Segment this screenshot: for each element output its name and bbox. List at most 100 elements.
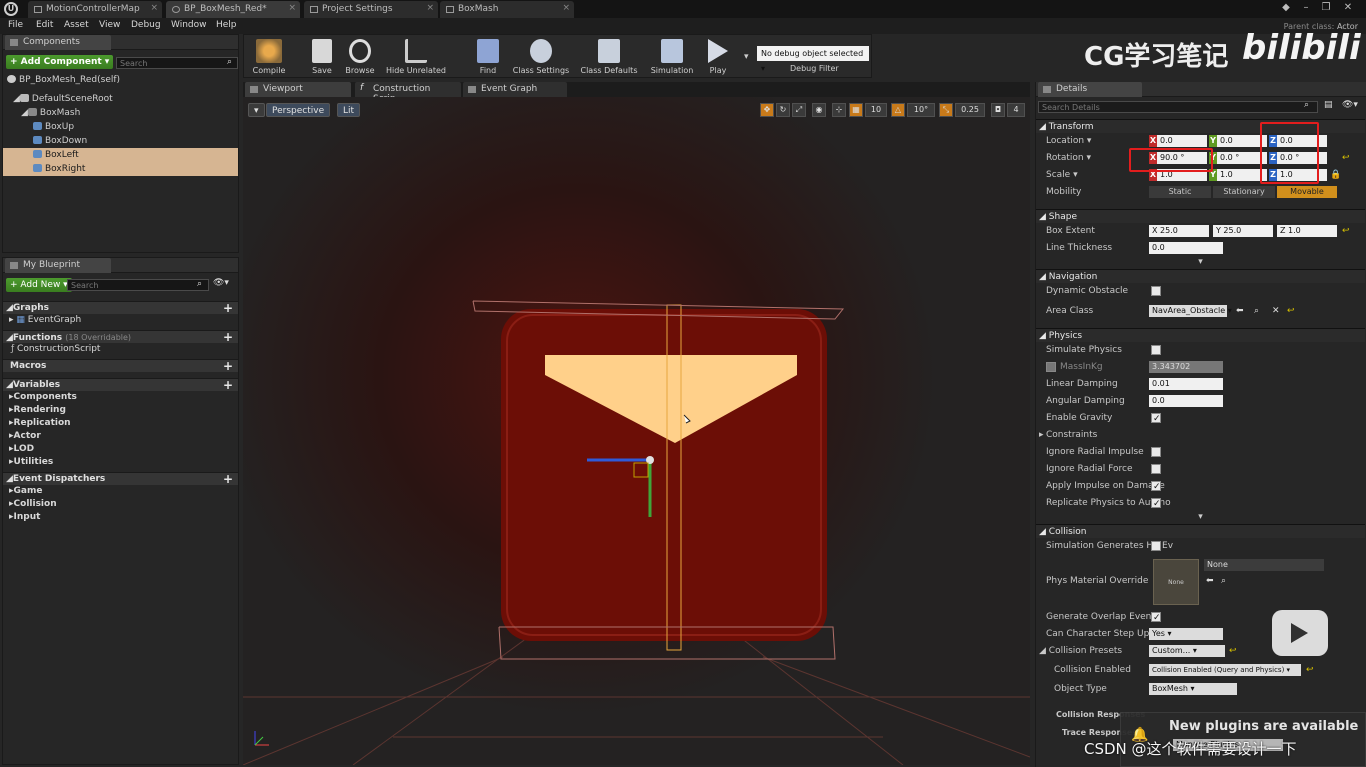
tab-motion-controller-map[interactable]: MotionControllerMap × [28, 1, 162, 18]
property-matrix-icon[interactable]: ▤ [1324, 100, 1333, 110]
menu-asset[interactable]: Asset [64, 20, 89, 30]
menu-help[interactable]: Help [216, 20, 237, 30]
physics-checkbox[interactable] [1151, 479, 1161, 495]
camera-speed-icon[interactable]: ◘ [991, 103, 1005, 117]
mobility-stationary[interactable]: Stationary [1213, 186, 1275, 198]
add-function-icon[interactable]: + [223, 331, 233, 343]
blueprint-search-input[interactable]: Search [67, 279, 209, 291]
menu-window[interactable]: Window [171, 20, 207, 30]
tree-item-boxup[interactable]: BoxUp [3, 120, 238, 134]
self-item[interactable]: BP_BoxMesh_Red(self) [7, 73, 237, 87]
dispatcher-category[interactable]: ▸Game [3, 485, 238, 498]
reset-icon[interactable]: ↩ [1229, 643, 1237, 660]
box-extent-z-field[interactable]: Z 1.0 [1277, 225, 1337, 237]
tab-project-settings[interactable]: Project Settings × [304, 1, 438, 18]
graphs-section[interactable]: ◢Graphs + [3, 301, 238, 314]
dynamic-obstacle-checkbox[interactable] [1151, 286, 1161, 296]
class-defaults-button[interactable]: Class Defaults [579, 36, 639, 78]
expand-arrow-icon[interactable]: ▾ [1036, 257, 1365, 269]
tree-item-boxdown[interactable]: BoxDown [3, 134, 238, 148]
eye-icon[interactable]: 👁▾ [213, 278, 229, 288]
close-icon[interactable]: × [426, 3, 434, 13]
mass-override-checkbox[interactable] [1046, 362, 1056, 372]
phys-material-select[interactable]: None [1204, 559, 1324, 571]
physics-value-field[interactable]: 0.0 [1149, 395, 1223, 407]
notification-icon[interactable]: ◆ [1278, 2, 1294, 16]
details-search-input[interactable]: Search Details [1038, 101, 1318, 113]
world-icon[interactable]: ◉ [812, 103, 826, 117]
add-component-button[interactable]: + Add Component ▾ [6, 55, 114, 69]
physics-section[interactable]: ◢ Physics [1036, 328, 1365, 342]
viewport-options-button[interactable]: ▾ [248, 103, 265, 117]
components-search-input[interactable]: Search [116, 57, 238, 69]
close-icon[interactable]: × [150, 3, 158, 13]
menu-edit[interactable]: Edit [36, 20, 53, 30]
event-dispatchers-section[interactable]: ◢Event Dispatchers + [3, 472, 238, 485]
physics-checkbox[interactable] [1151, 464, 1161, 474]
scale-snap-value[interactable]: 0.25 [955, 103, 985, 117]
variable-category[interactable]: ▸Components [3, 391, 238, 404]
location-x-field[interactable]: 0.0 [1157, 135, 1207, 147]
my-blueprint-tab[interactable]: My Blueprint [5, 258, 111, 273]
sim-hit-checkbox[interactable] [1151, 541, 1161, 551]
add-dispatcher-icon[interactable]: + [223, 473, 233, 485]
physics-checkbox[interactable] [1151, 496, 1161, 512]
browse-button[interactable]: Browse [334, 36, 386, 78]
construction-script-item[interactable]: ƒ ConstructionScript [3, 343, 238, 356]
grid-snap-icon[interactable]: ▦ [849, 103, 863, 117]
tree-item-boxmash[interactable]: ◢ BoxMash [3, 106, 238, 120]
add-macro-icon[interactable]: + [223, 360, 233, 372]
event-graph-tab[interactable]: Event Graph [463, 82, 567, 97]
scale-icon[interactable]: ⤢ [792, 103, 806, 117]
expand-icon[interactable]: ▸ [1039, 427, 1044, 444]
tree-item-boxleft[interactable]: BoxLeft [3, 148, 238, 162]
event-graph-item[interactable]: ▸ ▦ EventGraph [3, 314, 238, 327]
object-type-select[interactable]: BoxMesh ▾ [1149, 683, 1237, 695]
physics-value-field[interactable]: 0.01 [1149, 378, 1223, 390]
reset-icon[interactable]: ↩ [1342, 223, 1350, 240]
viewport-tab[interactable]: Viewport [245, 82, 351, 97]
compile-button[interactable]: Compile [243, 36, 295, 78]
hide-unrelated-button[interactable]: Hide Unrelated [384, 36, 448, 78]
variable-category[interactable]: ▸Utilities [3, 456, 238, 469]
functions-section[interactable]: ◢Functions (18 Overridable) + [3, 330, 238, 343]
lock-icon[interactable]: 🔒 [1330, 167, 1341, 184]
find-button[interactable]: Find [462, 36, 514, 78]
class-settings-button[interactable]: Class Settings [512, 36, 570, 78]
maximize-icon[interactable]: ❐ [1318, 2, 1334, 16]
play-options-icon[interactable]: ▾ [744, 52, 749, 62]
shape-section[interactable]: ◢ Shape [1036, 209, 1365, 223]
menu-debug[interactable]: Debug [131, 20, 161, 30]
perspective-button[interactable]: Perspective [266, 103, 331, 117]
add-graph-icon[interactable]: + [223, 302, 233, 314]
camera-speed-value[interactable]: 4 [1007, 103, 1025, 117]
grid-snap-value[interactable]: 10 [865, 103, 887, 117]
macros-section[interactable]: Macros + [3, 359, 238, 372]
variable-category[interactable]: ▸Rendering [3, 404, 238, 417]
mobility-movable[interactable]: Movable [1277, 186, 1337, 198]
physics-checkbox[interactable] [1151, 345, 1161, 355]
reset-icon[interactable]: ↩ [1342, 150, 1350, 167]
physics-checkbox[interactable] [1151, 411, 1161, 427]
close-window-icon[interactable]: ✕ [1340, 2, 1356, 16]
browse-icon[interactable]: ⌕ [1221, 573, 1226, 590]
tab-boxmash[interactable]: BoxMash × [440, 1, 574, 18]
components-tab[interactable]: Components [5, 35, 111, 50]
collision-enabled-select[interactable]: Collision Enabled (Query and Physics) ▾ [1149, 664, 1301, 676]
close-icon[interactable]: × [562, 3, 570, 13]
collision-section[interactable]: ◢ Collision [1036, 524, 1365, 538]
debug-object-select[interactable]: No debug object selected ▾ [757, 46, 869, 73]
material-thumbnail[interactable]: None [1153, 559, 1199, 605]
translate-icon[interactable]: ✥ [760, 103, 774, 117]
mobility-static[interactable]: Static [1149, 186, 1211, 198]
variables-section[interactable]: ◢Variables + [3, 378, 238, 391]
viewport[interactable]: ▾ Perspective Lit [243, 97, 1030, 765]
variable-category[interactable]: ▸Actor [3, 430, 238, 443]
reset-icon[interactable]: ↩ [1306, 662, 1314, 679]
navigation-section[interactable]: ◢ Navigation [1036, 269, 1365, 283]
expand-arrow-icon[interactable]: ▾ [1036, 512, 1365, 524]
clear-icon[interactable]: ✕ [1272, 300, 1280, 322]
collision-presets-select[interactable]: Custom... ▾ [1149, 645, 1225, 657]
scale-snap-icon[interactable]: ⤡ [939, 103, 953, 117]
use-selected-icon[interactable]: ⬅ [1206, 573, 1214, 590]
